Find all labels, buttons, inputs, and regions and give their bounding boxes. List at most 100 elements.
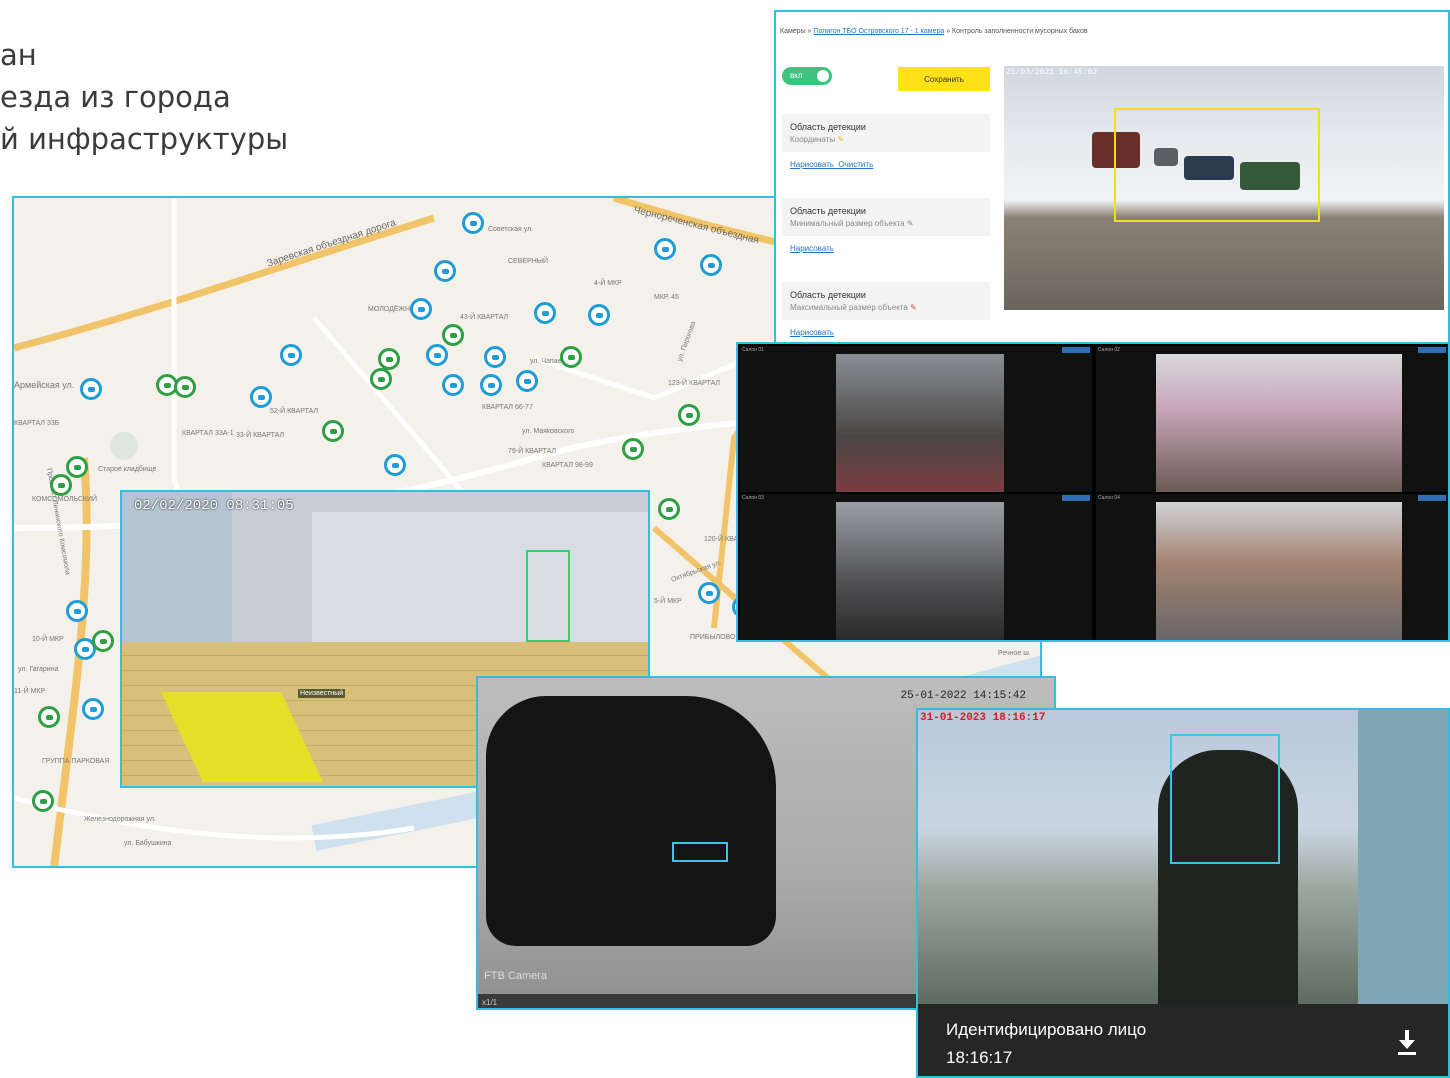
heading-line-3: й инфраструктуры [0, 122, 289, 156]
section-subtitle: Минимальный размер объекта ✎ [790, 219, 914, 228]
street-label: Советская ул. [488, 226, 534, 233]
camera-marker-icon[interactable] [434, 260, 456, 282]
bus-interior-image [1156, 502, 1402, 640]
camera-marker-icon[interactable] [588, 304, 610, 326]
area-label: Армейская ул. [14, 380, 75, 390]
car-silhouette [486, 696, 776, 946]
enable-toggle[interactable]: вкл [782, 67, 832, 85]
area-label: ГРУППА ПАРКОВАЯ [42, 758, 110, 765]
camera-marker-icon[interactable] [384, 454, 406, 476]
breadcrumb-start[interactable]: Камеры » [780, 28, 811, 35]
camera-marker-icon[interactable] [484, 346, 506, 368]
area-label: 4-Й МКР [594, 280, 622, 287]
edit-icon[interactable]: ✎ [910, 303, 917, 312]
camera-cell-tag [1418, 495, 1446, 501]
camera-timestamp: 31-01-2023 18:16:17 [920, 712, 1046, 724]
camera-marker-icon[interactable] [80, 378, 102, 400]
clear-link[interactable]: Очистить [838, 160, 873, 169]
camera-marker-icon[interactable] [92, 630, 114, 652]
camera-marker-icon[interactable] [280, 344, 302, 366]
detection-area-box[interactable] [1114, 108, 1320, 222]
camera-cell[interactable]: Салон 02 [1096, 346, 1448, 492]
camera-marker-icon[interactable] [442, 374, 464, 396]
camera-marker-icon[interactable] [50, 474, 72, 496]
section-subtitle: Координаты ✎ [790, 135, 845, 144]
camera-marker-icon[interactable] [38, 706, 60, 728]
camera-marker-icon[interactable] [66, 456, 88, 478]
camera-marker-icon[interactable] [82, 698, 104, 720]
area-label: 5-Й МКР [654, 598, 682, 605]
toggle-knob [817, 70, 829, 82]
detection-area-section: Область детекции Координаты ✎ Нарисовать… [782, 114, 990, 177]
counter-wall [312, 512, 648, 642]
camera-marker-icon[interactable] [698, 582, 720, 604]
draw-link[interactable]: Нарисовать [790, 328, 834, 337]
camera-marker-icon[interactable] [66, 600, 88, 622]
heading-line-2: езда из города [0, 80, 231, 114]
breadcrumb-link[interactable]: Полигон ТБО Островского 17 - 1 камера [813, 28, 944, 35]
bus-interior-image [836, 502, 1004, 640]
face-detection-box[interactable] [1170, 734, 1280, 864]
camera-timestamp: 02/02/2020 08:31:05 [134, 498, 294, 514]
bus-interior-image [836, 354, 1004, 492]
camera-marker-icon[interactable] [534, 302, 556, 324]
draw-link[interactable]: Нарисовать [790, 244, 834, 253]
trash-bin-camera-view[interactable]: 25/03/2021 16:45:02 [1004, 66, 1444, 310]
face-recognition-card[interactable]: 31-01-2023 18:16:17 Идентифицировано лиц… [916, 708, 1450, 1078]
toggle-label: вкл [790, 71, 803, 80]
player-bar-label: x1/1 [482, 998, 498, 1007]
draw-link[interactable]: Нарисовать [790, 160, 834, 169]
camera-marker-icon[interactable] [560, 346, 582, 368]
edit-icon[interactable]: ✎ [907, 219, 914, 228]
section-title: Область детекции [790, 206, 866, 216]
camera-marker-icon[interactable] [32, 790, 54, 812]
camera-marker-icon[interactable] [622, 438, 644, 460]
min-size-section: Область детекции Минимальный размер объе… [782, 198, 990, 261]
camera-timestamp: 25-01-2022 14:15:42 [900, 690, 1026, 702]
face-camera-image: 31-01-2023 18:16:17 [918, 710, 1448, 1004]
area-label: 33-Й КВАРТАЛ [236, 432, 285, 439]
section-title: Область детекции [790, 290, 866, 300]
download-icon[interactable] [1396, 1028, 1418, 1056]
camera-marker-icon[interactable] [654, 238, 676, 260]
camera-cell[interactable]: Салон 01 [740, 346, 1092, 492]
camera-marker-icon[interactable] [442, 324, 464, 346]
area-label: 79-Й КВАРТАЛ [508, 448, 557, 455]
area-label: КВАРТАЛ 33А-1 [182, 430, 234, 437]
bus-cameras-grid: Салон 01 Салон 02 Салон 03 Салон 04 [736, 342, 1450, 642]
area-label: 123-Й КВАРТАЛ [668, 380, 720, 387]
bus-interior-image [1156, 354, 1402, 492]
camera-marker-icon[interactable] [174, 376, 196, 398]
camera-marker-icon[interactable] [378, 348, 400, 370]
area-label: 11-Й МКР [14, 688, 46, 695]
camera-marker-icon[interactable] [516, 370, 538, 392]
section-actions: Нарисовать [782, 236, 990, 261]
breadcrumb: Камеры » Полигон ТБО Островского 17 - 1 … [780, 28, 1088, 35]
camera-brand: FTB Camera [484, 970, 547, 982]
camera-cell-title: Салон 03 [742, 495, 764, 501]
camera-cell-title: Салон 02 [1098, 347, 1120, 353]
camera-marker-icon[interactable] [480, 374, 502, 396]
edit-icon[interactable]: ✎ [837, 135, 844, 144]
camera-marker-icon[interactable] [678, 404, 700, 426]
person-detection-box[interactable] [526, 550, 570, 642]
area-label: 10-Й МКР [32, 636, 64, 643]
person-label: Неизвестный [298, 689, 346, 698]
breadcrumb-end: » Контроль заполненности мусорных баков [946, 28, 1088, 35]
camera-marker-icon[interactable] [462, 212, 484, 234]
area-label: Речное ш. [998, 650, 1031, 657]
save-button[interactable]: Сохранить [898, 67, 990, 91]
camera-marker-icon[interactable] [426, 344, 448, 366]
camera-marker-icon[interactable] [410, 298, 432, 320]
camera-cell[interactable]: Салон 03 [740, 494, 1092, 640]
camera-marker-icon[interactable] [700, 254, 722, 276]
camera-marker-icon[interactable] [370, 368, 392, 390]
camera-marker-icon[interactable] [250, 386, 272, 408]
camera-cell[interactable]: Салон 04 [1096, 494, 1448, 640]
street-label: ул. Бабушкина [124, 840, 172, 847]
camera-marker-icon[interactable] [322, 420, 344, 442]
plate-detection-box[interactable] [672, 842, 728, 862]
area-label: Старое кладбище [98, 466, 157, 473]
section-title: Область детекции [790, 122, 866, 132]
camera-marker-icon[interactable] [658, 498, 680, 520]
